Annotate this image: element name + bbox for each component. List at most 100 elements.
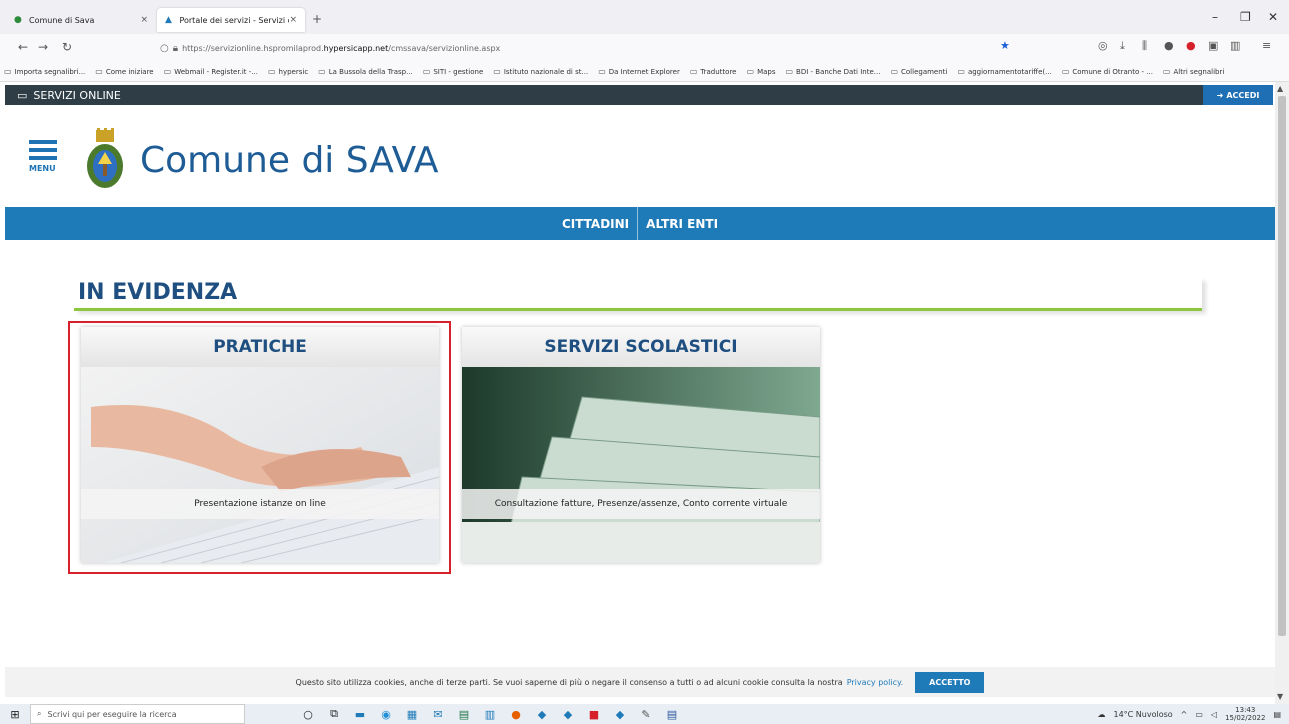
windows-start-icon[interactable]: ⊞: [0, 704, 30, 724]
bookmark-label: Come iniziare: [105, 67, 154, 76]
nav-cittadini[interactable]: CITTADINI: [554, 207, 637, 240]
login-icon: ➜: [1216, 90, 1224, 100]
bookmark-label: aggiornamentotariffe(...: [967, 67, 1052, 76]
bookmark-item[interactable]: ▭ Maps: [747, 67, 776, 76]
task-view-icon[interactable]: ⧉: [326, 707, 342, 721]
bookmark-item[interactable]: ▭ Come iniziare: [95, 67, 153, 76]
excel-icon[interactable]: ▤: [456, 707, 472, 721]
folder-icon: ▭: [493, 67, 501, 76]
bookmark-label: Webmail - Register.it -...: [174, 67, 258, 76]
app-ak2-icon[interactable]: ◆: [560, 707, 576, 721]
cortana-icon[interactable]: ○: [300, 707, 316, 721]
forward-icon[interactable]: →: [38, 40, 48, 54]
folder-icon: ▭: [1162, 67, 1171, 76]
bookmark-item[interactable]: ▭ hypersic: [268, 67, 308, 76]
tab-comune-di-sava[interactable]: ● Comune di Sava ×: [6, 8, 156, 32]
close-window-icon[interactable]: ✕: [1268, 10, 1278, 24]
bookmark-item[interactable]: ▭ Traduttore: [690, 67, 737, 76]
firefox-icon[interactable]: ●: [508, 707, 524, 721]
tab-portale-servizi[interactable]: ▲ Portale dei servizi - Servizi onlin ×: [157, 8, 305, 32]
weather-icon: ☁: [1097, 709, 1106, 719]
nav-altri-enti[interactable]: ALTRI ENTI: [638, 207, 726, 240]
site-topbar-label: SERVIZI ONLINE: [33, 88, 121, 102]
bookmark-item[interactable]: ▭ La Bussola della Trasp...: [318, 67, 413, 76]
tab-favicon-icon: ▲: [165, 15, 172, 25]
bookmark-label: SITI - gestione: [433, 67, 484, 76]
minimize-icon[interactable]: –: [1212, 10, 1218, 24]
edge-icon[interactable]: ◉: [378, 707, 394, 721]
bookmark-item[interactable]: ▭ Da Internet Explorer: [598, 67, 680, 76]
notifications-icon[interactable]: ▤: [1273, 710, 1281, 719]
bookmark-item[interactable]: ▭ SITI - gestione: [423, 67, 484, 76]
menu-button[interactable]: MENU: [27, 140, 67, 180]
extension3-icon[interactable]: ▥: [1230, 39, 1240, 52]
calendar-icon[interactable]: ▥: [482, 707, 498, 721]
url-bar[interactable]: ○ 🔒︎ https://servizionline.hspromilaprod…: [160, 39, 1020, 57]
folder-icon: ▭: [957, 67, 965, 76]
privacy-policy-link[interactable]: Privacy policy.: [847, 678, 903, 687]
bookmark-item[interactable]: ▭ Comune di Otranto - ...: [1062, 67, 1153, 76]
taskbar-search[interactable]: ⌕ Scrivi qui per eseguire la ricerca: [30, 704, 245, 724]
card-servizi-scolastici[interactable]: SERVIZI SCOLASTICI Consultazione fatture…: [462, 327, 820, 563]
folder-icon: ▭: [598, 67, 606, 76]
extension-icon[interactable]: ●: [1164, 39, 1174, 52]
network-icon[interactable]: ▭: [1195, 710, 1203, 719]
bookmark-item[interactable]: ▭ Istituto nazionale di st...: [493, 67, 588, 76]
accedi-button[interactable]: ➜ ACCEDI: [1203, 85, 1273, 105]
maximize-icon[interactable]: ❐: [1240, 10, 1251, 24]
folder-icon: ▭: [422, 67, 431, 76]
adblock-icon[interactable]: ●: [1186, 39, 1196, 52]
paint-icon[interactable]: ✎: [638, 707, 654, 721]
tray-chevron-icon[interactable]: ^: [1181, 710, 1188, 719]
tab-label: Portale dei servizi - Servizi onlin: [179, 15, 289, 25]
card-description: Consultazione fatture, Presenze/assenze,…: [462, 489, 820, 519]
bookmark-item[interactable]: ▭ Altri segnalibri: [1163, 67, 1224, 76]
pocket-icon[interactable]: ◎: [1098, 39, 1108, 52]
scroll-thumb[interactable]: [1278, 96, 1286, 636]
folder-icon: ▭: [4, 67, 12, 76]
weather-text[interactable]: 14°C Nuvoloso: [1113, 710, 1172, 719]
close-tab-icon[interactable]: ×: [289, 15, 297, 25]
taskbar-search-placeholder: Scrivi qui per eseguire la ricerca: [47, 709, 177, 719]
bookmark-label: Collegamenti: [901, 67, 948, 76]
bookmark-item[interactable]: ▭ Webmail - Register.it -...: [164, 67, 258, 76]
scroll-down-icon[interactable]: ▼: [1277, 692, 1283, 701]
site-title: Comune di SAVA: [140, 140, 439, 181]
app-red-icon[interactable]: ■: [586, 707, 602, 721]
hamburger-menu-icon[interactable]: ≡: [1262, 39, 1271, 52]
reload-icon[interactable]: ↻: [62, 40, 72, 54]
app-ak1-icon[interactable]: ◆: [534, 707, 550, 721]
site-topbar: ▭ SERVIZI ONLINE ➜ ACCEDI: [5, 85, 1273, 105]
volume-icon[interactable]: ◁: [1211, 710, 1217, 719]
monitor-icon: ▭: [17, 88, 28, 102]
scroll-up-icon[interactable]: ▲: [1277, 84, 1283, 93]
library-icon[interactable]: ⫼: [1142, 39, 1147, 53]
section-underline: [74, 278, 1202, 311]
bookmark-label: Comune di Otranto - ...: [1072, 67, 1153, 76]
accedi-label: ACCEDI: [1226, 90, 1260, 100]
bookmarks-bar: ▭ Importa segnalibri... ▭ Come iniziare ▭ Web…: [0, 62, 1289, 82]
accept-cookies-button[interactable]: ACCETTO: [915, 671, 985, 693]
new-tab-button[interactable]: +: [312, 12, 322, 26]
mail-icon[interactable]: ✉: [430, 707, 446, 721]
lock-icon: 🔒︎: [172, 42, 179, 54]
calculator-icon[interactable]: ▦: [404, 707, 420, 721]
page-scrollbar[interactable]: ▲ ▼: [1275, 82, 1289, 704]
download-icon[interactable]: ⤓: [1120, 39, 1125, 53]
back-icon[interactable]: ←: [18, 40, 28, 54]
app-ak3-icon[interactable]: ◆: [612, 707, 628, 721]
clock[interactable]: 13:43 15/02/2022: [1225, 706, 1265, 722]
card-pratiche[interactable]: PRATICHE Presentazione istanze on line: [81, 327, 439, 563]
desktop-icon[interactable]: ▬: [352, 707, 368, 721]
extension2-icon[interactable]: ▣: [1208, 39, 1218, 52]
windows-taskbar: ⊞ ⌕ Scrivi qui per eseguire la ricerca ○…: [0, 704, 1289, 724]
bookmark-item[interactable]: ▭ BDI - Banche Dati Inte...: [785, 67, 880, 76]
cookie-text: Questo sito utilizza cookies, anche di t…: [295, 677, 843, 687]
bookmark-item[interactable]: ▭ Collegamenti: [890, 67, 947, 76]
bookmark-item[interactable]: ▭ Importa segnalibri...: [4, 67, 85, 76]
word-icon[interactable]: ▤: [664, 707, 680, 721]
close-tab-icon[interactable]: ×: [140, 15, 148, 25]
bookmark-star-icon[interactable]: ★: [1000, 39, 1010, 52]
bookmark-item[interactable]: ▭ aggiornamentotariffe(...: [957, 67, 1051, 76]
folder-icon: ▭: [267, 67, 276, 76]
